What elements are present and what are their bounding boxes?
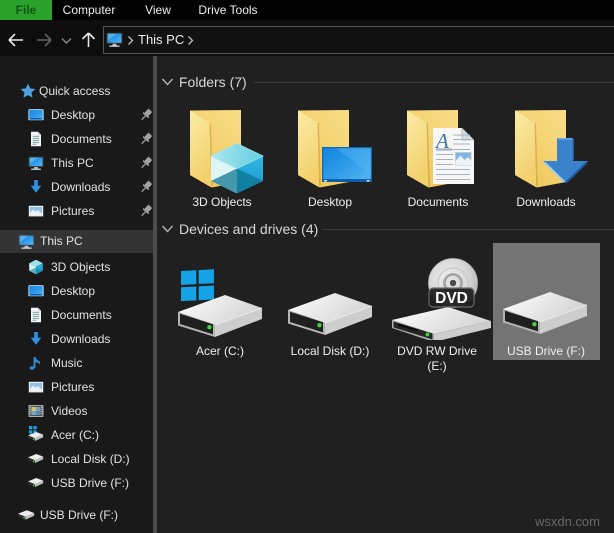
- svg-text:DVD: DVD: [435, 290, 468, 307]
